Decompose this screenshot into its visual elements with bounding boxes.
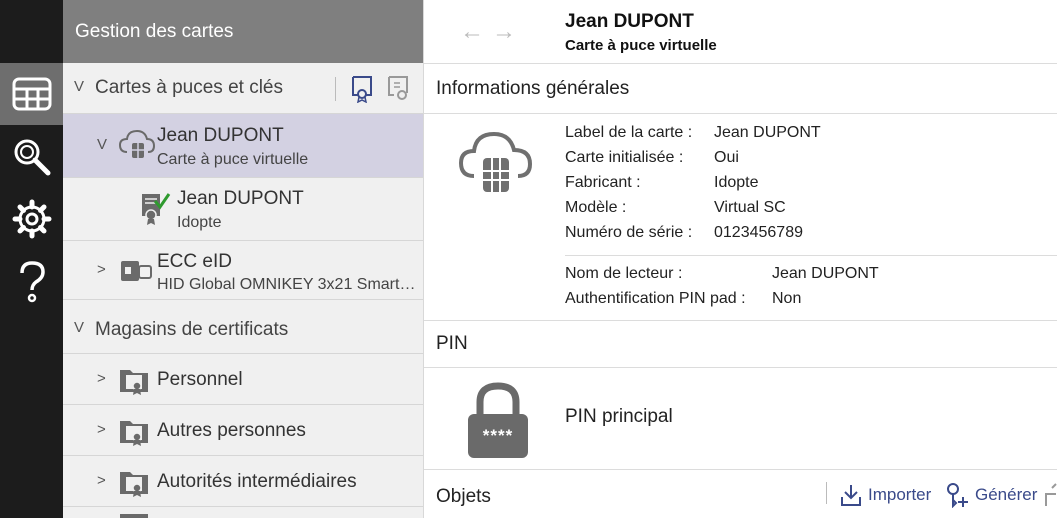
nav-rail (0, 0, 63, 518)
chevron-right-icon[interactable]: > (97, 421, 106, 438)
info-value: Jean DUPONT (772, 265, 879, 282)
import-label: Importer (868, 485, 932, 504)
generate-button[interactable]: Générer (944, 482, 1037, 508)
generate-key-icon (947, 483, 968, 508)
generate-label: Générer (975, 485, 1038, 504)
info-label: Numéro de série : (565, 224, 693, 241)
page-subtitle: Carte à puce virtuelle (565, 37, 717, 54)
divider (565, 255, 1057, 256)
tree-item-card-jean-dupont[interactable]: V Jean DUPONT Carte à puce virtuelle (63, 114, 423, 178)
rail-help-button[interactable] (0, 250, 63, 312)
certificate-store-icon (120, 472, 148, 497)
rail-settings-button[interactable] (0, 188, 63, 250)
smart-card-certificate-icon[interactable] (350, 75, 374, 103)
chevron-right-icon[interactable]: > (97, 370, 106, 387)
forward-arrow-icon[interactable]: → (492, 18, 516, 46)
chevron-right-icon[interactable]: > (97, 261, 106, 278)
store-name: Personnel (157, 369, 243, 390)
tree-item-store[interactable]: > Personnel (63, 354, 423, 405)
group-cards-label: Cartes à puces et clés (95, 77, 283, 98)
card-name: Jean DUPONT (157, 125, 284, 146)
tree-group-cert-stores[interactable]: V Magasins de certificats (63, 300, 423, 354)
card-reader-icon (121, 261, 152, 281)
tree-item-certificate[interactable]: Jean DUPONT Idopte (63, 178, 423, 241)
divider (826, 482, 827, 504)
gear-icon (12, 199, 51, 239)
pin-principal-label[interactable]: PIN principal (565, 406, 673, 428)
info-value: Idopte (714, 174, 759, 191)
cloud-smart-card-icon (118, 129, 156, 158)
pin-mask-text: **** (482, 426, 514, 445)
info-value: Jean DUPONT (714, 124, 821, 141)
chevron-down-icon[interactable]: V (74, 319, 84, 336)
card-name: ECC eID (157, 251, 232, 272)
certificate-name: Jean DUPONT (177, 188, 304, 209)
info-label: Carte initialisée : (565, 149, 684, 166)
card-management-icon (12, 77, 51, 111)
detail-header: ← → Jean DUPONT Carte à puce virtuelle (424, 0, 1057, 64)
info-label: Nom de lecteur : (565, 265, 683, 282)
divider (335, 77, 336, 101)
section-title: PIN (436, 333, 468, 354)
card-reader-name: HID Global OMNIKEY 3x21 Smart… (157, 276, 416, 293)
card-tree-panel: Gestion des cartes V Cartes à puces et c… (63, 0, 424, 518)
page-title: Jean DUPONT (565, 11, 694, 32)
info-value: 0123456789 (714, 224, 803, 241)
import-icon (841, 485, 861, 506)
chevron-down-icon[interactable]: V (74, 78, 84, 95)
tree-item-card-ecc-eid[interactable]: > ECC eID HID Global OMNIKEY 3x21 Smart… (63, 241, 423, 300)
export-icon[interactable] (1044, 482, 1057, 508)
tree-header: Gestion des cartes (63, 0, 423, 63)
help-icon (19, 261, 45, 303)
certificate-store-icon (120, 421, 148, 446)
info-value: Oui (714, 149, 739, 166)
tree-item-store[interactable]: > Autres personnes (63, 405, 423, 456)
key-certificate-icon[interactable] (386, 75, 412, 103)
certificate-store-icon (120, 514, 148, 518)
info-label: Fabricant : (565, 174, 641, 191)
section-header-general: Informations générales (424, 66, 1057, 114)
certificate-issuer: Idopte (177, 214, 222, 231)
certificate-store-icon (120, 370, 148, 395)
search-icon (14, 139, 50, 176)
divider (424, 469, 1057, 470)
info-value: Virtual SC (714, 199, 786, 216)
info-label: Label de la carte : (565, 124, 693, 141)
cloud-smart-card-icon (458, 131, 533, 192)
padlock-pin-icon (468, 382, 528, 458)
chevron-down-icon[interactable]: V (97, 136, 107, 153)
chevron-right-icon[interactable]: > (97, 472, 106, 489)
tree-group-cards[interactable]: V Cartes à puces et clés (63, 63, 423, 114)
rail-search-button[interactable] (0, 126, 63, 188)
card-type: Carte à puce virtuelle (157, 151, 309, 168)
section-title-objects: Objets (436, 486, 491, 507)
info-label: Modèle : (565, 199, 627, 216)
import-button[interactable]: Importer (840, 482, 931, 508)
card-detail-panel: ← → Jean DUPONT Carte à puce virtuelle I… (424, 0, 1057, 518)
section-title: Informations générales (436, 78, 630, 99)
certificate-valid-icon (142, 193, 171, 225)
group-stores-label: Magasins de certificats (95, 319, 289, 340)
section-header-pin: PIN (424, 320, 1057, 368)
store-name: Autorités intermédiaires (157, 471, 357, 492)
tree-item-store[interactable]: > Autorités intermédiaires (63, 456, 423, 507)
info-label: Authentification PIN pad : (565, 290, 746, 307)
store-name: Autres personnes (157, 420, 306, 441)
info-value: Non (772, 290, 802, 307)
back-arrow-icon[interactable]: ← (460, 18, 484, 46)
rail-card-management-button[interactable] (0, 63, 63, 125)
